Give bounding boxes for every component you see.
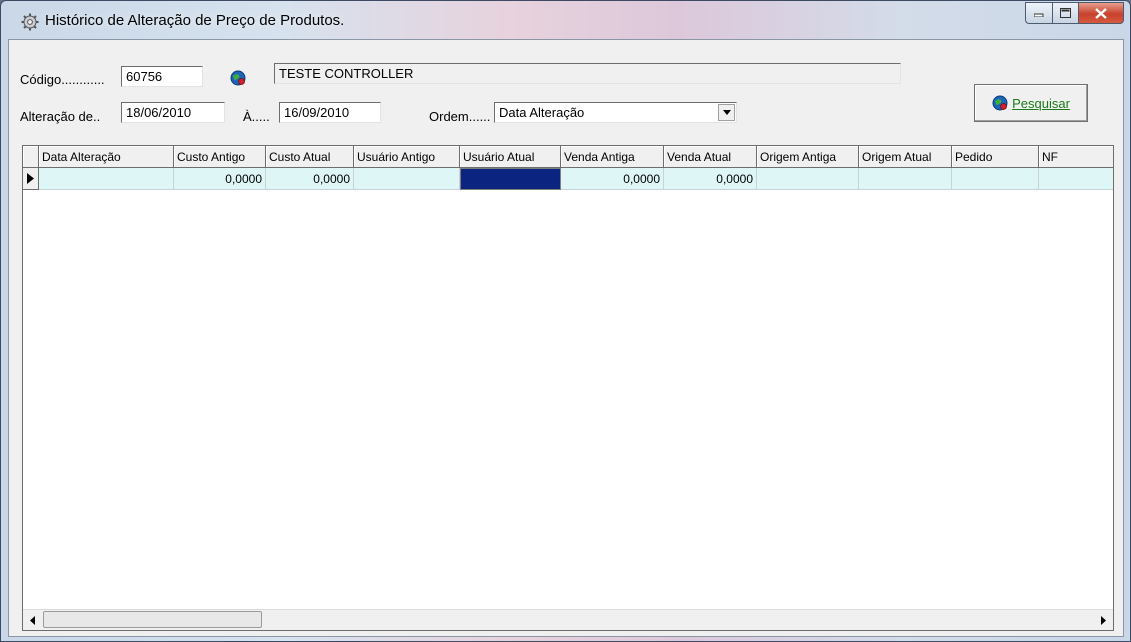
maximize-button[interactable]	[1053, 2, 1079, 24]
window-title: Histórico de Alteração de Preço de Produ…	[45, 12, 345, 29]
minimize-button[interactable]	[1025, 2, 1053, 24]
form-client-area: Código............ 60756 TESTE CONTROLLE…	[8, 39, 1124, 637]
table-cell[interactable]: 0,0000	[561, 168, 664, 190]
column-header[interactable]: Data Alteração	[39, 146, 174, 168]
table-cell[interactable]	[354, 168, 460, 190]
lookup-product-icon[interactable]	[230, 70, 246, 86]
grid-header-indicator	[23, 146, 39, 168]
grid-header: Data Alteração Custo Antigo Custo Atual …	[23, 146, 1113, 168]
column-header[interactable]: Origem Antiga	[757, 146, 859, 168]
arrow-right-icon	[1101, 615, 1106, 625]
table-cell[interactable]	[952, 168, 1039, 190]
date-from-input[interactable]: 18/06/2010	[121, 102, 225, 123]
price-history-grid[interactable]: Data Alteração Custo Antigo Custo Atual …	[22, 145, 1114, 631]
column-header[interactable]: Custo Atual	[266, 146, 354, 168]
alteracao-label: Alteração de..	[20, 109, 101, 124]
caption-buttons	[1025, 2, 1124, 24]
column-header[interactable]: Usuário Atual	[460, 146, 561, 168]
horizontal-scrollbar[interactable]	[23, 609, 1113, 630]
app-gear-icon	[21, 13, 39, 31]
codigo-label: Código............	[20, 72, 105, 87]
main-window: Histórico de Alteração de Preço de Produ…	[0, 0, 1131, 642]
close-icon	[1095, 7, 1107, 19]
arrow-left-icon	[30, 615, 35, 625]
date-to-input[interactable]: 16/09/2010	[279, 102, 381, 123]
table-cell[interactable]	[859, 168, 952, 190]
column-header[interactable]: Origem Atual	[859, 146, 952, 168]
ordem-label: Ordem......	[429, 109, 491, 124]
pesquisar-button[interactable]: Pesquisar	[974, 84, 1088, 122]
close-button[interactable]	[1079, 2, 1124, 24]
ordem-dropdown-button[interactable]	[718, 104, 735, 121]
minimize-icon	[1034, 13, 1044, 17]
table-cell-selected[interactable]	[460, 168, 561, 190]
title-bar[interactable]: Histórico de Alteração de Preço de Produ…	[1, 1, 1130, 39]
search-globe-icon	[992, 95, 1008, 111]
row-indicator	[23, 168, 39, 190]
scroll-thumb[interactable]	[43, 611, 262, 628]
table-cell[interactable]: 0,0000	[174, 168, 266, 190]
column-header[interactable]: Custo Antigo	[174, 146, 266, 168]
ordem-select[interactable]: Data Alteração	[494, 102, 737, 123]
product-name-field: TESTE CONTROLLER	[274, 63, 901, 84]
column-header[interactable]: Venda Antiga	[561, 146, 664, 168]
pesquisar-label-text: Pesquisar	[1012, 95, 1070, 111]
scroll-left-button[interactable]	[23, 610, 42, 630]
table-cell[interactable]: 0,0000	[664, 168, 757, 190]
maximize-icon	[1060, 8, 1071, 18]
table-cell[interactable]	[39, 168, 174, 190]
column-header[interactable]: NF	[1039, 146, 1113, 168]
current-row-arrow-icon	[27, 173, 34, 184]
table-cell[interactable]	[757, 168, 859, 190]
codigo-input[interactable]: 60756	[121, 66, 203, 87]
table-cell[interactable]	[1039, 168, 1113, 190]
chevron-down-icon	[722, 110, 731, 115]
ate-label: À.....	[243, 109, 270, 124]
pesquisar-label: Pesquisar	[1012, 96, 1070, 111]
column-header[interactable]: Venda Atual	[664, 146, 757, 168]
scroll-right-button[interactable]	[1094, 610, 1113, 630]
column-header[interactable]: Usuário Antigo	[354, 146, 460, 168]
table-row[interactable]: 0,0000 0,0000 0,0000 0,0000	[23, 168, 1113, 190]
table-cell[interactable]: 0,0000	[266, 168, 354, 190]
ordem-selected-value: Data Alteração	[499, 105, 585, 120]
column-header[interactable]: Pedido	[952, 146, 1039, 168]
